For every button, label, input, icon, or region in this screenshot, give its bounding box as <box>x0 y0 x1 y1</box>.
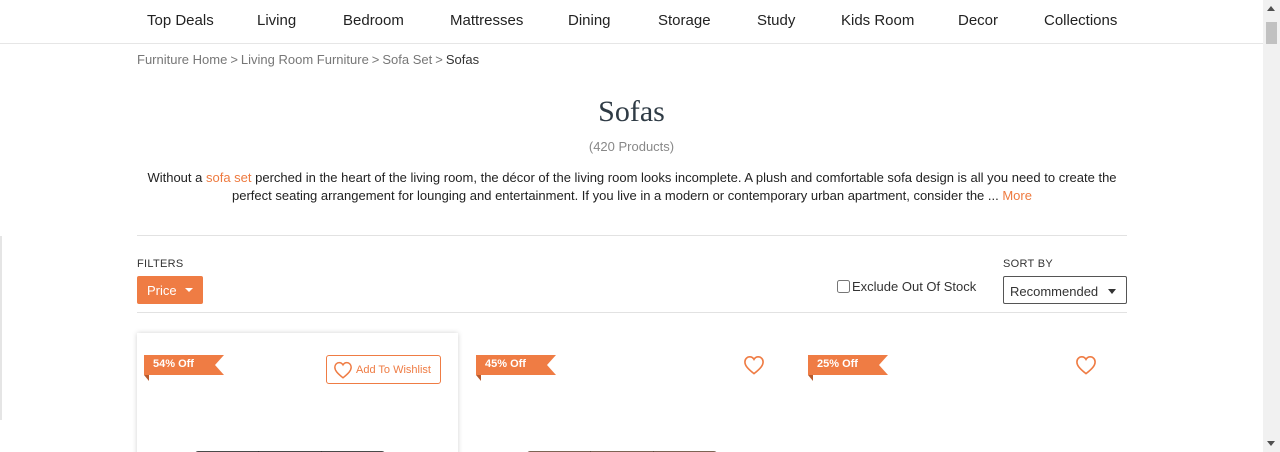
add-to-wishlist-label: Add To Wishlist <box>356 363 431 376</box>
caret-down-icon <box>185 288 193 292</box>
nav-item-study[interactable]: Study <box>757 12 795 29</box>
breadcrumb-separator: > <box>371 52 380 67</box>
nav-item-decor[interactable]: Decor <box>958 12 998 29</box>
breadcrumb-separator: > <box>230 52 238 67</box>
nav-item-storage[interactable]: Storage <box>658 12 711 29</box>
badge-fold <box>144 375 149 381</box>
badge-fold <box>808 375 813 381</box>
side-panel-edge[interactable] <box>0 236 2 420</box>
more-link[interactable]: More <box>1002 188 1032 203</box>
nav-item-dining[interactable]: Dining <box>568 12 611 29</box>
exclude-out-of-stock-toggle[interactable]: Exclude Out Of Stock <box>837 279 976 294</box>
price-filter-label: Price <box>147 283 177 298</box>
top-navigation: Top Deals Living Bedroom Mattresses Dini… <box>0 0 1263 44</box>
exclude-out-of-stock-label: Exclude Out Of Stock <box>852 279 977 294</box>
description-body: perched in the heart of the living room,… <box>232 170 1117 203</box>
breadcrumb-living-room-furniture[interactable]: Living Room Furniture <box>241 52 369 67</box>
heart-outline-icon <box>1076 355 1096 375</box>
nav-item-mattresses[interactable]: Mattresses <box>450 12 523 29</box>
sofa-set-link[interactable]: sofa set <box>206 170 252 185</box>
description-prefix: Without a <box>147 170 206 185</box>
exclude-out-of-stock-checkbox[interactable] <box>837 280 850 293</box>
discount-badge: 54% Off <box>144 355 224 375</box>
wishlist-heart-button[interactable] <box>743 355 765 380</box>
breadcrumb-furniture-home[interactable]: Furniture Home <box>137 52 227 67</box>
page-title: Sofas <box>598 95 665 128</box>
scroll-up-arrow-icon[interactable] <box>1267 6 1275 11</box>
product-card[interactable]: 25% Off <box>801 333 1122 452</box>
breadcrumb: Furniture Home > Living Room Furniture > Sof… <box>137 52 479 67</box>
filters-label: FILTERS <box>137 258 184 270</box>
breadcrumb-separator: > <box>435 52 443 67</box>
heart-outline-icon <box>334 361 352 379</box>
nav-item-kids-room[interactable]: Kids Room <box>841 12 914 29</box>
product-card[interactable]: 54% Off Add To Wishlist <box>137 333 458 452</box>
heart-outline-icon <box>744 355 764 375</box>
breadcrumb-current: Sofas <box>445 52 480 67</box>
discount-badge: 25% Off <box>808 355 888 375</box>
price-filter-button[interactable]: Price <box>137 276 203 304</box>
divider-bottom <box>137 312 1127 313</box>
nav-item-living[interactable]: Living <box>257 12 296 29</box>
wishlist-heart-button[interactable] <box>1075 355 1097 380</box>
nav-item-top-deals[interactable]: Top Deals <box>147 12 214 29</box>
nav-item-collections[interactable]: Collections <box>1044 12 1117 29</box>
category-description: Without a sofa set perched in the heart … <box>137 169 1127 205</box>
divider-top <box>137 235 1127 236</box>
nav-item-bedroom[interactable]: Bedroom <box>343 12 404 29</box>
caret-down-icon <box>1108 289 1116 294</box>
sort-by-selected-value: Recommended <box>1010 284 1099 299</box>
add-to-wishlist-button[interactable]: Add To Wishlist <box>326 355 441 384</box>
discount-badge: 45% Off <box>476 355 556 375</box>
product-count: (420 Products) <box>588 139 675 154</box>
badge-fold <box>476 375 481 381</box>
page-scrollbar[interactable] <box>1263 0 1280 452</box>
scrollbar-thumb[interactable] <box>1266 22 1277 44</box>
scroll-down-arrow-icon[interactable] <box>1267 441 1275 446</box>
sort-by-label: SORT BY <box>1003 258 1053 270</box>
breadcrumb-sofa-set[interactable]: Sofa Set <box>382 52 432 67</box>
sort-by-select[interactable]: Recommended <box>1003 276 1127 304</box>
product-card[interactable]: 45% Off <box>469 333 790 452</box>
